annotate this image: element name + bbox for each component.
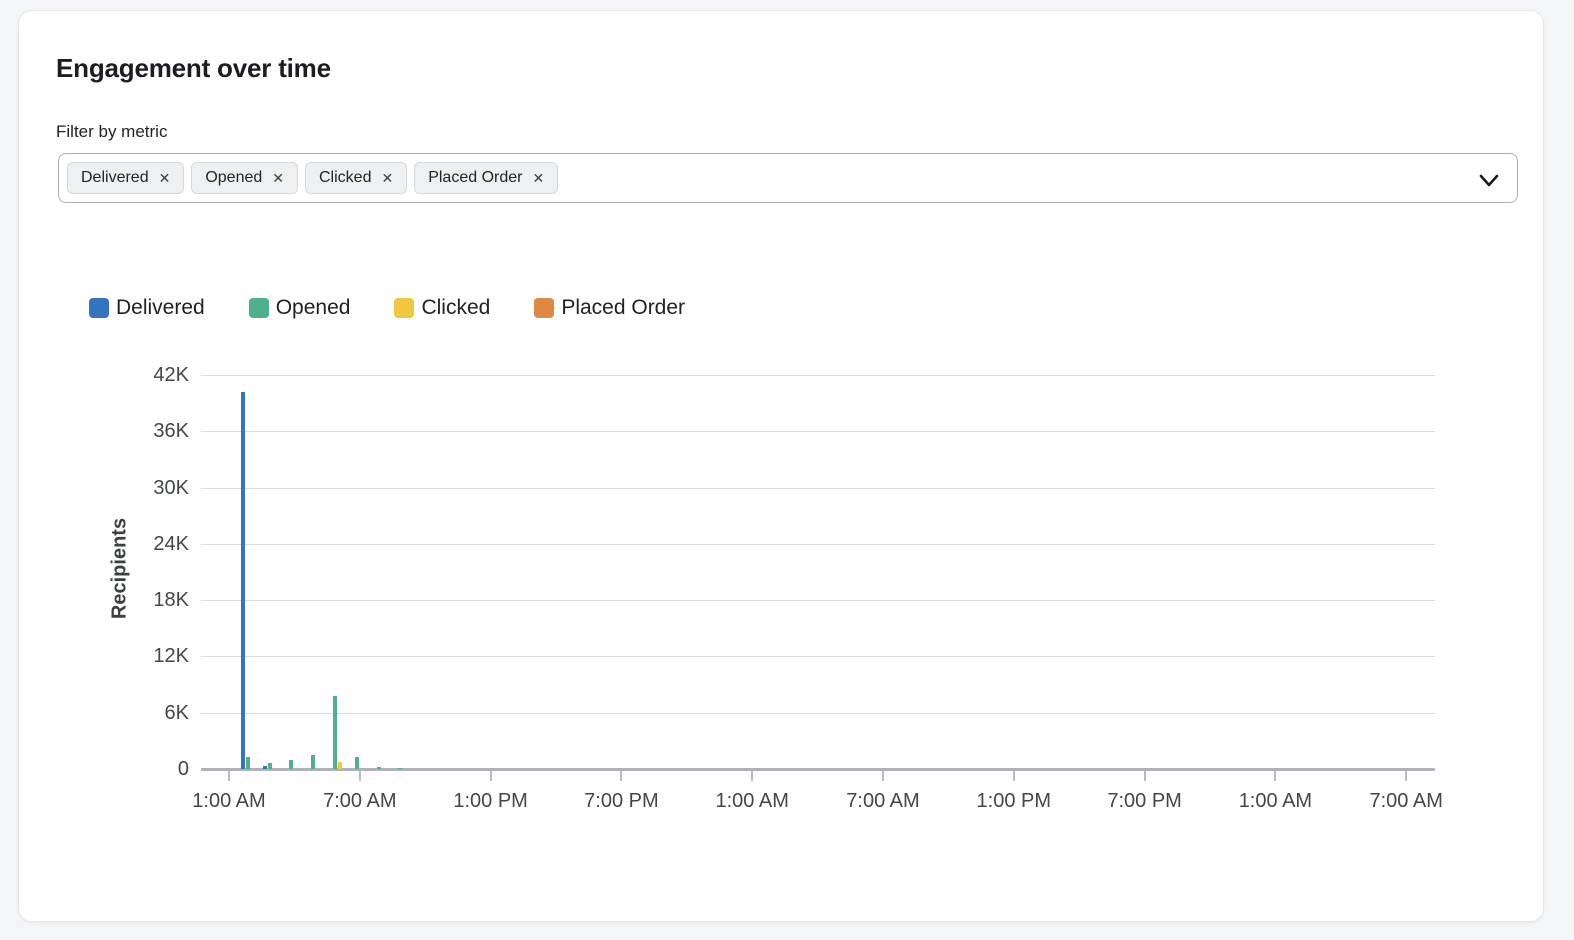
x-tick-mark bbox=[1144, 771, 1146, 781]
x-axis-baseline bbox=[201, 768, 1435, 771]
x-tick-mark bbox=[1274, 771, 1276, 781]
x-tick-mark bbox=[1013, 771, 1015, 781]
bar-opened bbox=[289, 760, 293, 769]
gridline bbox=[201, 713, 1435, 714]
x-tick-mark bbox=[1405, 771, 1407, 781]
gridline bbox=[201, 600, 1435, 601]
x-tick-mark bbox=[228, 771, 230, 781]
y-tick-label: 36K bbox=[109, 418, 189, 444]
gridline bbox=[201, 488, 1435, 489]
y-tick-label: 12K bbox=[109, 643, 189, 669]
x-tick-label: 7:00 PM bbox=[1085, 790, 1205, 813]
x-tick-mark bbox=[620, 771, 622, 781]
gridline bbox=[201, 544, 1435, 545]
x-tick-label: 7:00 AM bbox=[823, 790, 943, 813]
y-tick-label: 0 bbox=[109, 756, 189, 782]
x-tick-label: 7:00 AM bbox=[300, 790, 420, 813]
bar-opened bbox=[246, 757, 250, 769]
x-tick-label: 1:00 AM bbox=[169, 790, 289, 813]
gridline bbox=[201, 431, 1435, 432]
x-tick-label: 7:00 PM bbox=[561, 790, 681, 813]
gridline bbox=[201, 656, 1435, 657]
bar-opened bbox=[333, 696, 337, 769]
y-tick-label: 30K bbox=[109, 475, 189, 501]
bar-opened bbox=[398, 768, 402, 770]
x-tick-label: 7:00 AM bbox=[1346, 790, 1466, 813]
engagement-card: Engagement over time Filter by metric De… bbox=[18, 10, 1544, 922]
x-tick-label: 1:00 PM bbox=[431, 790, 551, 813]
y-tick-label: 18K bbox=[109, 587, 189, 613]
y-tick-label: 42K bbox=[109, 362, 189, 388]
y-tick-label: 6K bbox=[109, 700, 189, 726]
x-tick-mark bbox=[359, 771, 361, 781]
engagement-bar-chart: Recipients 42K36K30K24K18K12K6K01:00 AM7… bbox=[19, 11, 1545, 923]
gridline bbox=[201, 375, 1435, 376]
bar-delivered bbox=[263, 766, 267, 769]
x-tick-mark bbox=[751, 771, 753, 781]
y-tick-label: 24K bbox=[109, 531, 189, 557]
bar-opened bbox=[355, 757, 359, 769]
x-tick-label: 1:00 AM bbox=[692, 790, 812, 813]
x-tick-label: 1:00 AM bbox=[1215, 790, 1335, 813]
x-tick-label: 1:00 PM bbox=[954, 790, 1074, 813]
bar-delivered bbox=[241, 392, 245, 769]
bar-opened bbox=[377, 767, 381, 769]
x-tick-mark bbox=[882, 771, 884, 781]
bar-opened bbox=[311, 755, 315, 769]
x-tick-mark bbox=[490, 771, 492, 781]
bar-opened bbox=[268, 763, 272, 769]
bar-clicked bbox=[338, 762, 342, 769]
